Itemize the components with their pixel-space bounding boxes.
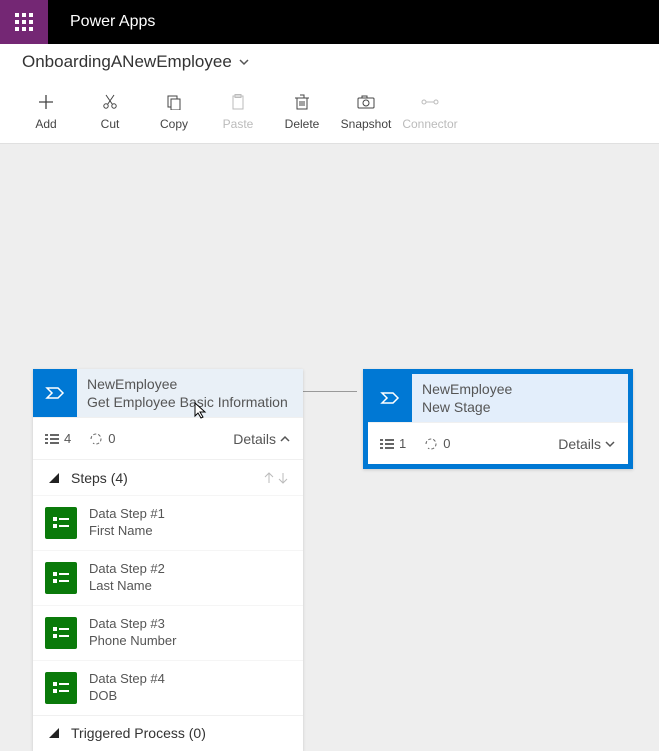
arrow-up-icon bbox=[263, 471, 275, 485]
cycle-icon bbox=[424, 437, 438, 451]
steps-badge: 1 bbox=[380, 436, 406, 451]
details-toggle[interactable]: Details bbox=[233, 431, 291, 447]
arrow-down-icon bbox=[277, 471, 289, 485]
stage-subtitle: Get Employee Basic Information bbox=[87, 393, 288, 411]
stage-card-2[interactable]: NewEmployee New Stage 1 0 Details bbox=[363, 369, 633, 469]
cut-button[interactable]: Cut bbox=[78, 84, 142, 140]
delete-label: Delete bbox=[285, 117, 320, 131]
clipboard-icon bbox=[230, 93, 246, 111]
stage-chevron-icon bbox=[33, 369, 77, 417]
steps-section-header[interactable]: Steps (4) bbox=[33, 459, 303, 495]
step-name: Data Step #2 bbox=[89, 561, 165, 578]
step-row[interactable]: Data Step #4 DOB bbox=[33, 660, 303, 715]
step-name: Data Step #1 bbox=[89, 506, 165, 523]
process-badge: 0 bbox=[424, 436, 450, 451]
triangle-icon bbox=[47, 726, 61, 740]
stage-card-1[interactable]: NewEmployee Get Employee Basic Informati… bbox=[33, 369, 303, 751]
process-badge: 0 bbox=[89, 431, 115, 446]
details-toggle[interactable]: Details bbox=[558, 436, 616, 452]
stage-subtitle: New Stage bbox=[422, 398, 512, 416]
connector-line bbox=[302, 391, 357, 392]
connector-icon bbox=[421, 93, 439, 111]
steps-badge: 4 bbox=[45, 431, 71, 446]
snapshot-button[interactable]: Snapshot bbox=[334, 84, 398, 140]
list-icon bbox=[45, 433, 59, 445]
step-row[interactable]: Data Step #1 First Name bbox=[33, 495, 303, 550]
plus-icon bbox=[38, 93, 54, 111]
breadcrumb[interactable]: OnboardingANewEmployee bbox=[22, 52, 250, 72]
scissors-icon bbox=[102, 93, 118, 111]
step-name: Data Step #4 bbox=[89, 671, 165, 688]
snapshot-label: Snapshot bbox=[341, 117, 392, 131]
step-field: First Name bbox=[89, 523, 165, 540]
paste-button: Paste bbox=[206, 84, 270, 140]
connector-button: Connector bbox=[398, 84, 462, 140]
copy-label: Copy bbox=[160, 117, 188, 131]
stage-title: NewEmployee bbox=[87, 375, 288, 393]
camera-icon bbox=[357, 93, 375, 111]
trash-icon bbox=[294, 93, 310, 111]
step-name: Data Step #3 bbox=[89, 616, 176, 633]
step-field: DOB bbox=[89, 688, 165, 705]
step-row[interactable]: Data Step #3 Phone Number bbox=[33, 605, 303, 660]
waffle-icon bbox=[15, 13, 33, 31]
chevron-down-icon bbox=[604, 438, 616, 450]
chevron-up-icon bbox=[279, 433, 291, 445]
app-launcher[interactable] bbox=[0, 0, 48, 44]
delete-button[interactable]: Delete bbox=[270, 84, 334, 140]
list-icon bbox=[380, 438, 394, 450]
paste-label: Paste bbox=[223, 117, 254, 131]
form-icon bbox=[45, 617, 77, 649]
triangle-icon bbox=[47, 471, 61, 485]
stage-header: NewEmployee Get Employee Basic Informati… bbox=[33, 369, 303, 417]
toolbar: Add Cut Copy Paste Delete Snapshot Conne… bbox=[0, 80, 659, 144]
add-button[interactable]: Add bbox=[14, 84, 78, 140]
step-field: Last Name bbox=[89, 578, 165, 595]
add-label: Add bbox=[35, 117, 56, 131]
cut-label: Cut bbox=[101, 117, 120, 131]
breadcrumb-title: OnboardingANewEmployee bbox=[22, 52, 232, 72]
form-icon bbox=[45, 672, 77, 704]
copy-icon bbox=[166, 93, 182, 111]
stage-header: NewEmployee New Stage bbox=[368, 374, 628, 422]
chevron-down-icon bbox=[238, 56, 250, 68]
app-title: Power Apps bbox=[48, 0, 188, 44]
connector-label: Connector bbox=[402, 117, 457, 131]
stage-title: NewEmployee bbox=[422, 380, 512, 398]
step-row[interactable]: Data Step #2 Last Name bbox=[33, 550, 303, 605]
triggered-section-header[interactable]: Triggered Process (0) bbox=[33, 715, 303, 751]
form-icon bbox=[45, 562, 77, 594]
step-field: Phone Number bbox=[89, 633, 176, 650]
form-icon bbox=[45, 507, 77, 539]
cycle-icon bbox=[89, 432, 103, 446]
canvas[interactable]: NewEmployee Get Employee Basic Informati… bbox=[0, 144, 659, 677]
copy-button[interactable]: Copy bbox=[142, 84, 206, 140]
stage-chevron-icon bbox=[368, 374, 412, 422]
